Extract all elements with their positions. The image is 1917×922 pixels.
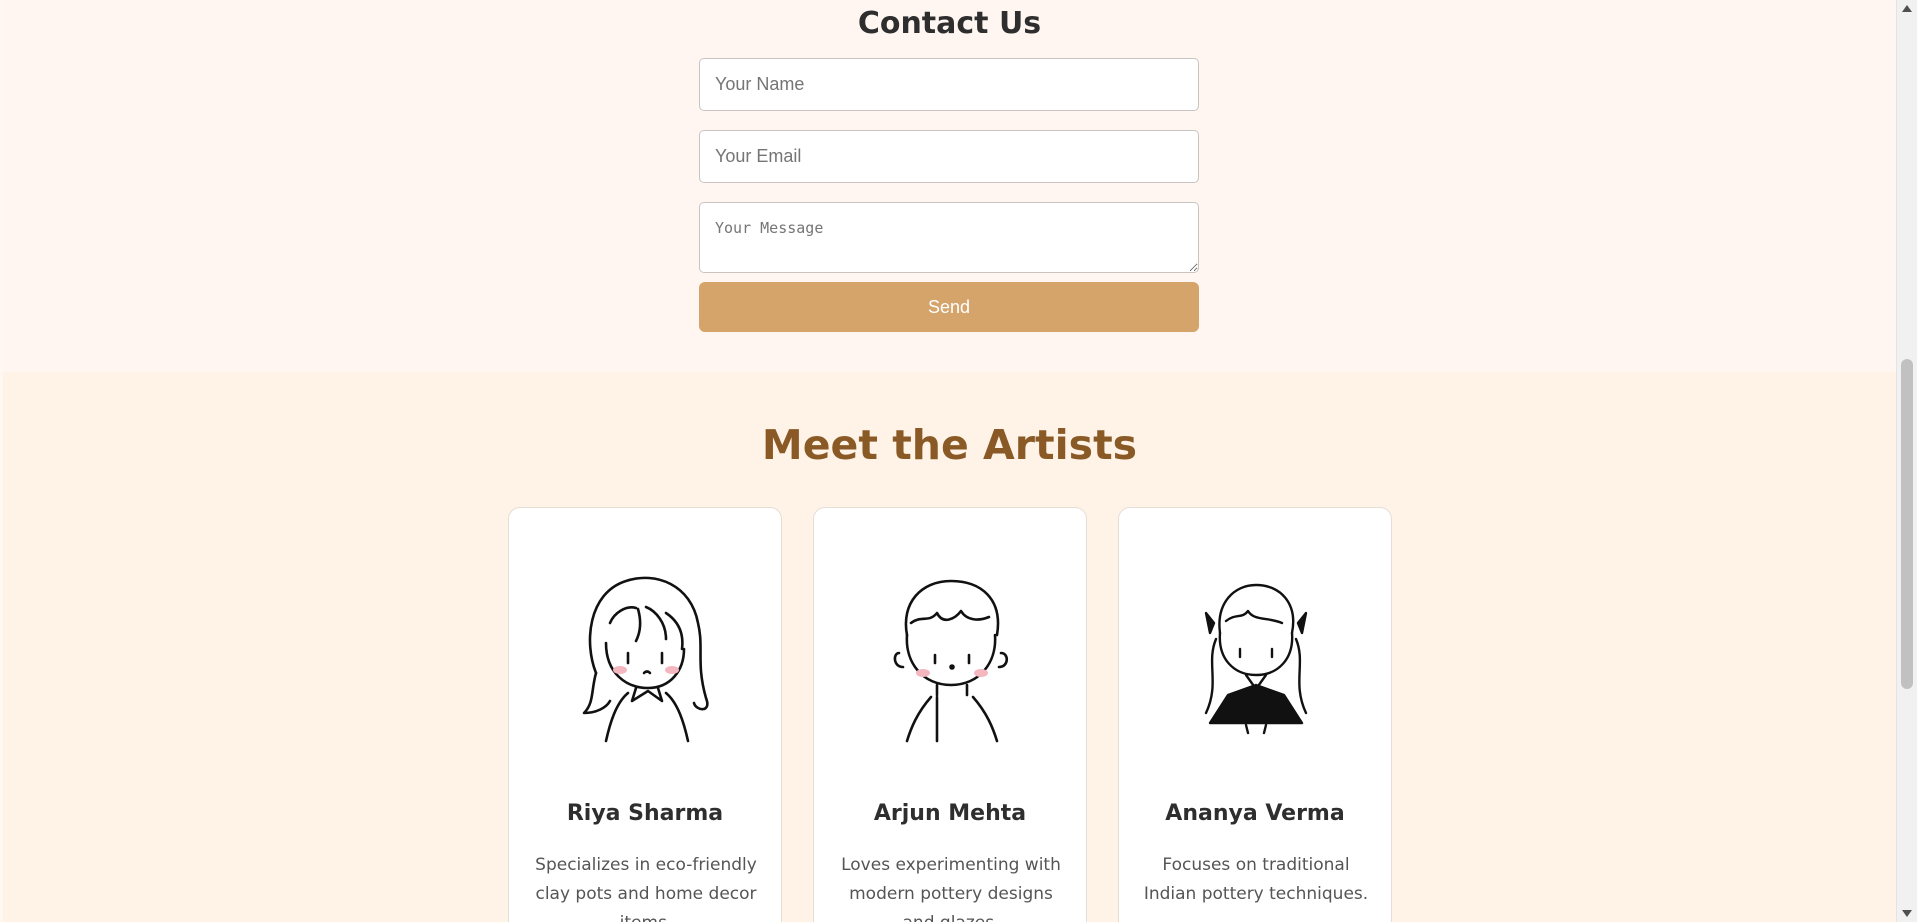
send-button[interactable]: Send [699,282,1199,332]
girl-long-hair-illustration [582,576,709,743]
scroll-down-arrow-icon[interactable] [1897,905,1917,922]
page: Contact Us Send Meet the Artists Riya Sh… [3,0,1896,922]
artist-description: Loves experimenting with modern pottery … [841,855,1061,922]
vertical-scrollbar[interactable] [1896,0,1917,922]
scrollbar-thumb[interactable] [1901,359,1913,689]
artists-title: Meet the Artists [761,421,1138,469]
artist-name: Ananya Verma [1165,801,1345,826]
contact-section: Contact Us Send [3,0,1896,372]
boy-short-hair-illustration [893,579,1009,743]
artist-card: Riya Sharma Specializes in eco-friendly … [508,507,782,922]
artist-name: Riya Sharma [566,801,724,826]
artist-description: Specializes in eco-friendly clay pots an… [535,855,757,922]
artist-card: Arjun Mehta Loves experimenting with mod… [813,507,1087,922]
artist-name: Arjun Mehta [873,801,1027,826]
scroll-up-arrow-icon[interactable] [1897,0,1917,17]
girl-black-dress-illustration [1204,583,1308,735]
name-input[interactable] [699,58,1199,111]
artists-section: Meet the Artists Riya Sharma Specializes… [3,372,1896,922]
message-textarea[interactable] [699,202,1199,273]
contact-title: Contact Us [857,6,1042,41]
artist-card: Ananya Verma Focuses on traditional Indi… [1118,507,1392,922]
email-input[interactable] [699,130,1199,183]
artist-description: Focuses on traditional Indian pottery te… [1143,855,1369,904]
